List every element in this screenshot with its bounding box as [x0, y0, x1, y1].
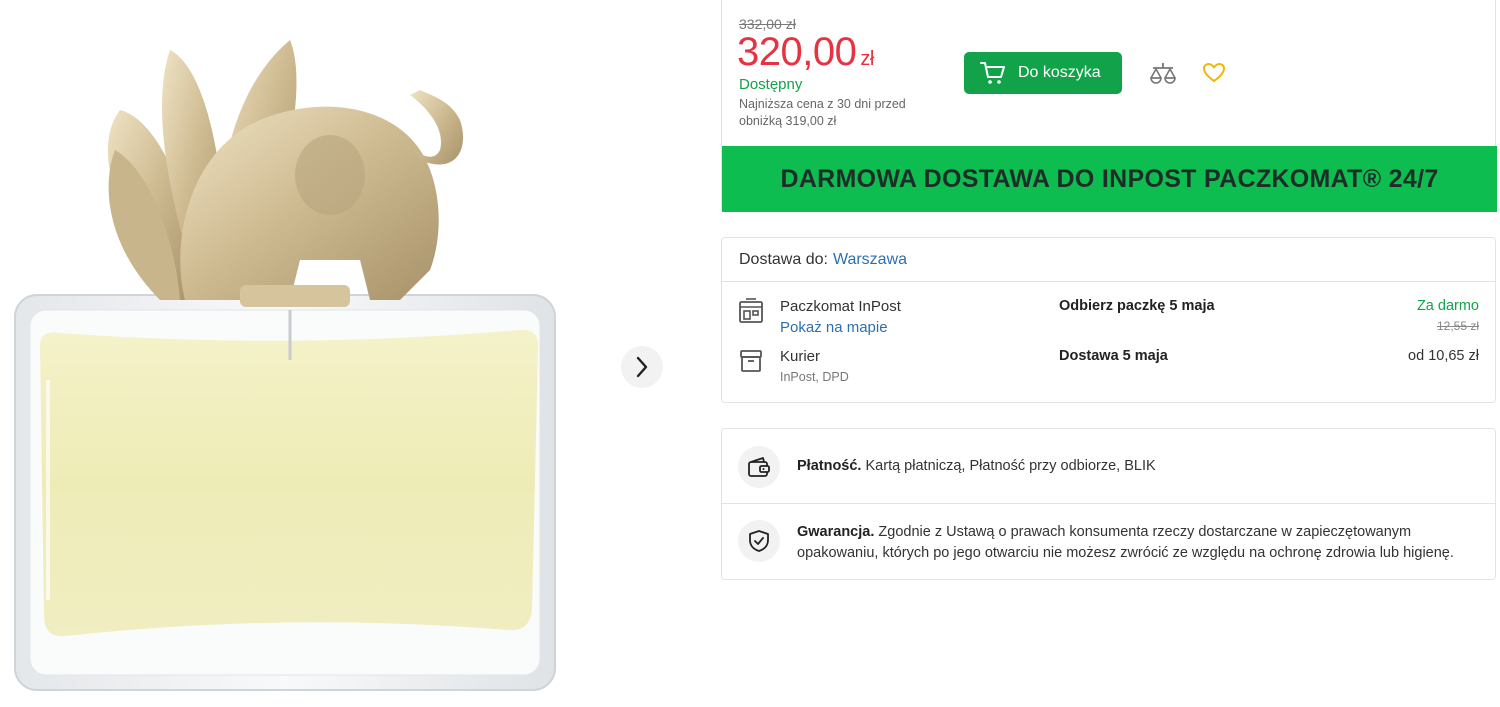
wallet-icon: [748, 457, 770, 477]
delivery-label: Dostawa do:: [739, 250, 828, 268]
delivery-method-courier: Kurier InPost, DPD Dostawa 5 maja od 10,…: [722, 348, 1495, 392]
method-delivery-date: Dostawa 5 maja: [1059, 348, 1168, 364]
next-image-button[interactable]: [621, 346, 663, 388]
price-value: 320,00: [737, 30, 857, 74]
price-currency: zł: [860, 48, 874, 70]
lowest-price-note: Najniższa cena z 30 dni przed obniżką 31…: [739, 97, 906, 128]
price-card: 332,00 zł 320,00 zł Dostępny Najniższa ce…: [721, 0, 1497, 212]
delivery-destination: Dostawa do: Warszawa: [722, 238, 1495, 282]
method-carriers: InPost, DPD: [780, 370, 849, 384]
product-gallery: [0, 0, 700, 707]
delivery-card: Dostawa do: Warszawa Paczkomat InPost Po…: [721, 237, 1496, 403]
method-name: Kurier: [780, 348, 821, 365]
compare-button[interactable]: [1149, 61, 1177, 87]
guarantee-icon-badge: [738, 520, 780, 562]
courier-box-icon: [740, 350, 762, 372]
current-price: 320,00 zł: [737, 30, 874, 75]
add-to-cart-label: Do koszyka: [1018, 64, 1101, 81]
method-old-cost: 12,55 zł: [1436, 319, 1479, 333]
payment-title: Płatność.: [797, 458, 862, 474]
info-card: Płatność. Kartą płatniczą, Płatność przy…: [721, 428, 1496, 580]
delivery-city-link[interactable]: Warszawa: [833, 251, 907, 269]
compare-icon: [1150, 63, 1176, 84]
availability-status: Dostępny: [739, 76, 803, 93]
method-cost: Za darmo: [1416, 298, 1479, 314]
heart-icon: [1203, 63, 1225, 82]
chevron-right-icon: [636, 356, 648, 378]
guarantee-info: Gwarancja. Zgodnie z Ustawą o prawach ko…: [722, 504, 1495, 580]
cart-icon: [980, 62, 1005, 84]
guarantee-text: Gwarancja. Zgodnie z Ustawą o prawach ko…: [797, 522, 1487, 564]
method-name: Paczkomat InPost: [780, 298, 901, 315]
method-delivery-date: Odbierz paczkę 5 maja: [1059, 298, 1215, 314]
add-to-cart-button[interactable]: Do koszyka: [964, 52, 1122, 94]
payment-icon-badge: [738, 446, 780, 488]
payment-text: Płatność. Kartą płatniczą, Płatność przy…: [797, 456, 1487, 477]
favorite-button[interactable]: [1202, 61, 1226, 85]
free-delivery-banner[interactable]: DARMOWA DOSTAWA DO INPOST PACZKOMAT® 24/…: [722, 146, 1497, 212]
parcel-locker-icon: [739, 298, 763, 323]
product-image: [14, 40, 556, 691]
show-on-map-link[interactable]: Pokaż na mapie: [780, 319, 888, 336]
delivery-method-parcel-locker: Paczkomat InPost Pokaż na mapie Odbierz …: [722, 298, 1495, 342]
method-cost: od 10,65 zł: [1408, 348, 1479, 364]
guarantee-description: Zgodnie z Ustawą o prawach konsumenta rz…: [797, 524, 1454, 561]
payment-methods: Kartą płatniczą, Płatność przy odbiorze,…: [865, 458, 1156, 474]
payment-info: Płatność. Kartą płatniczą, Płatność przy…: [722, 429, 1495, 504]
shield-check-icon: [749, 530, 769, 552]
guarantee-title: Gwarancja.: [797, 524, 875, 540]
